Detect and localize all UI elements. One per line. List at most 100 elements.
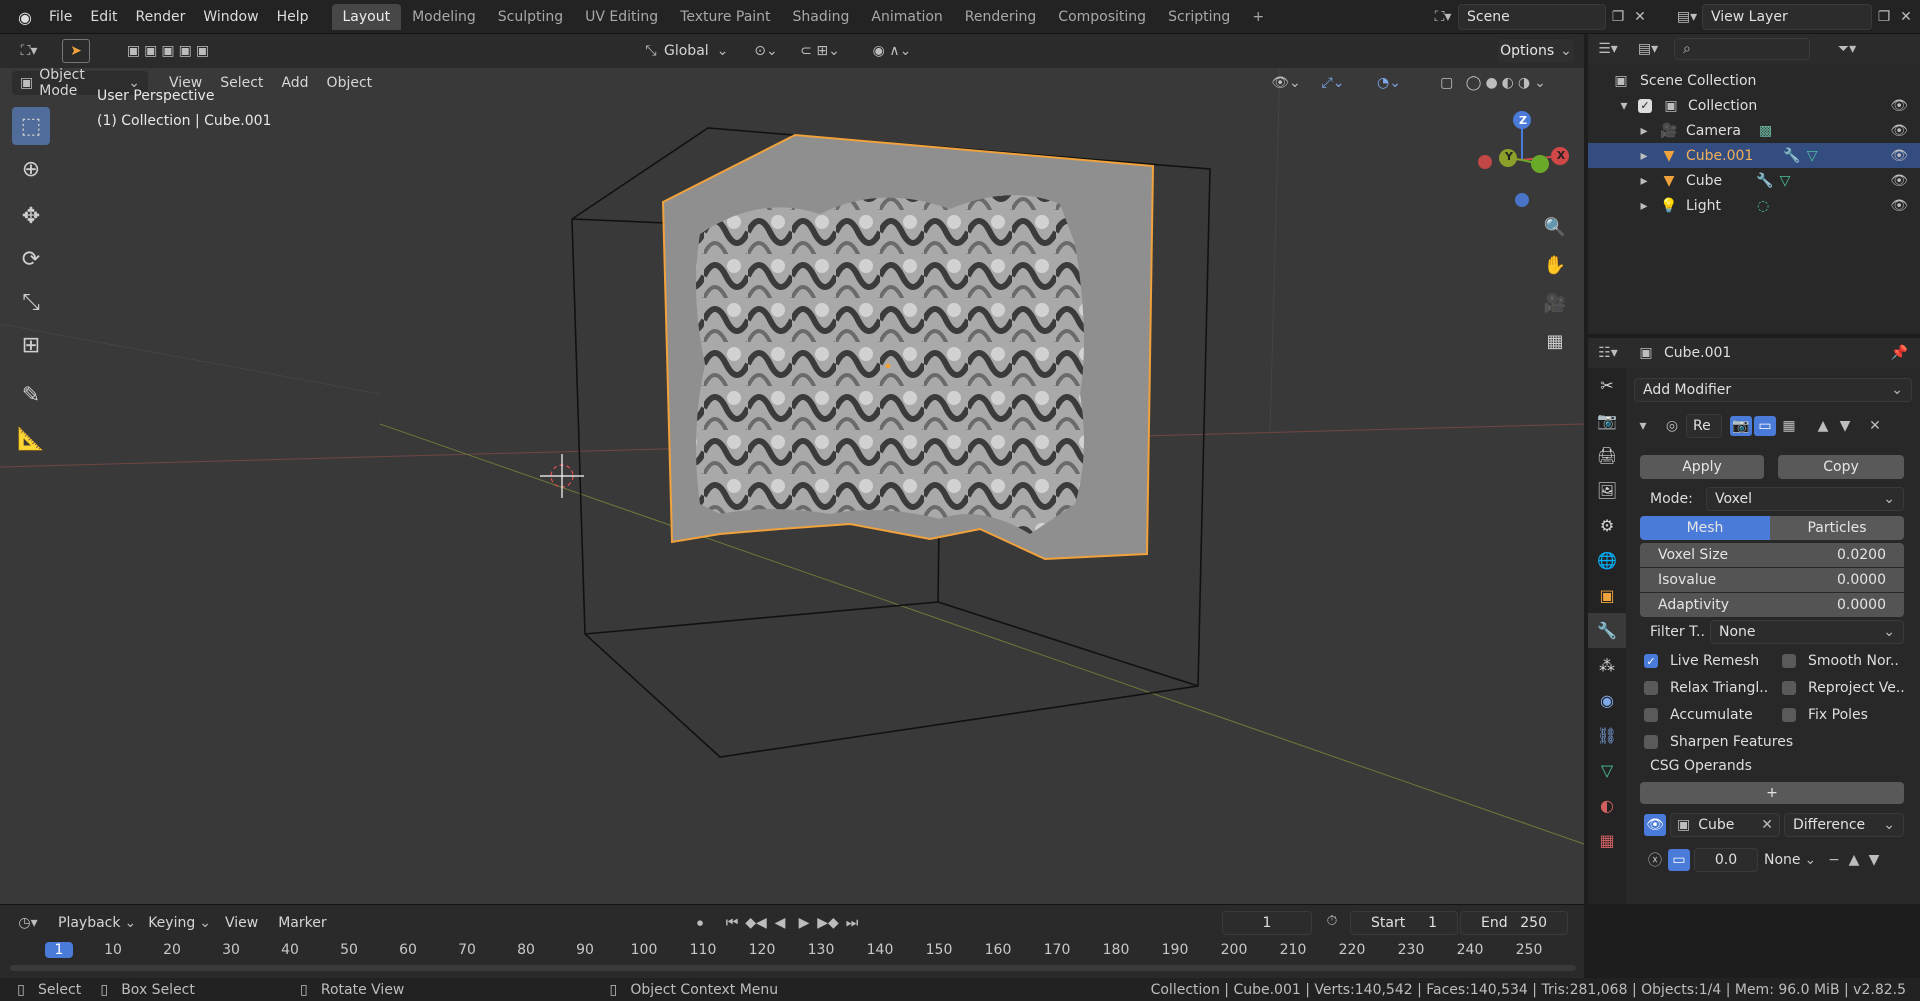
move-down-icon[interactable]: ▼	[1834, 418, 1856, 434]
tool-tab-icon[interactable]: ✂	[1588, 368, 1626, 403]
transform-orientation-dropdown[interactable]: Global ⌄	[664, 40, 728, 62]
pan-button[interactable]: ✋	[1538, 248, 1572, 282]
output-tab-icon[interactable]: 🖨	[1588, 438, 1626, 473]
tab-sculpting[interactable]: Sculpting	[487, 4, 574, 30]
gizmo-z-label[interactable]: Z	[1515, 114, 1531, 130]
particles-tab[interactable]: Particles	[1770, 516, 1904, 540]
menu-edit[interactable]: Edit	[81, 9, 126, 25]
live-remesh-checkbox[interactable]: ✓ Live Remesh	[1644, 650, 1759, 672]
menu-help[interactable]: Help	[268, 9, 318, 25]
view-layer-close-icon[interactable]: ✕	[1896, 9, 1916, 25]
blender-logo-icon[interactable]: ◉	[10, 8, 40, 27]
ortho-toggle-button[interactable]: ▦	[1538, 324, 1572, 358]
display-mode-icon[interactable]: ▤▾	[1628, 41, 1668, 57]
menu-select[interactable]: Select	[211, 75, 272, 91]
light-data-icon[interactable]: ◌	[1757, 198, 1769, 214]
filter-icon[interactable]: ⏷▾	[1830, 41, 1864, 57]
tab-compositing[interactable]: Compositing	[1047, 4, 1157, 30]
scale-tool-button[interactable]: ⤡	[12, 283, 50, 321]
tab-animation[interactable]: Animation	[860, 4, 953, 30]
next-keyframe-icon[interactable]: ▶◆	[816, 915, 840, 931]
keying-menu[interactable]: Keying ⌄	[148, 915, 211, 931]
menu-add[interactable]: Add	[272, 75, 317, 91]
current-frame-field[interactable]: 1	[1222, 911, 1312, 935]
3d-viewport[interactable]: Z Y X ⛶▾ ➤ ▣▣▣▣▣ ⤡ Global ⌄ ⊙⌄ ⊂ ⊞⌄ ◉ ∧⌄ …	[0, 34, 1584, 904]
relax-triangles-checkbox[interactable]: Relax Triangl..	[1644, 677, 1768, 699]
camera-data-icon[interactable]: ▩	[1759, 123, 1772, 139]
editor-type-icon[interactable]: ☰▾	[1588, 41, 1628, 57]
scene-field[interactable]: Scene	[1458, 4, 1606, 30]
add-modifier-dropdown[interactable]: Add Modifier ⌄	[1634, 378, 1912, 402]
isovalue-field[interactable]: Isovalue 0.0000	[1640, 568, 1904, 592]
zoom-button[interactable]: 🔍	[1538, 210, 1572, 244]
tab-scripting[interactable]: Scripting	[1157, 4, 1241, 30]
play-reverse-icon[interactable]: ◀	[768, 915, 792, 931]
material-tab-icon[interactable]: ◐	[1588, 788, 1626, 823]
disclosure-right-icon[interactable]: ▸	[1636, 123, 1652, 139]
visibility-icon[interactable]: 👁⌄	[1268, 72, 1304, 94]
gizmo-y-label[interactable]: Y	[1501, 150, 1517, 166]
outliner-row-scene-collection[interactable]: ▣ Scene Collection	[1588, 68, 1920, 93]
reproject-vertices-checkbox[interactable]: Reproject Ve..	[1782, 677, 1905, 699]
timeline-view-menu[interactable]: View	[225, 915, 258, 931]
select-cursor-icon[interactable]: ➤	[62, 39, 90, 63]
data-tab-icon[interactable]: ▽	[1588, 753, 1626, 788]
snap-icon[interactable]: ⊂ ⊞⌄	[790, 40, 850, 62]
tab-modeling[interactable]: Modeling	[401, 4, 487, 30]
mode-dropdown[interactable]: Voxel ⌄	[1706, 487, 1904, 511]
apply-button[interactable]: Apply	[1640, 455, 1764, 479]
view-layer-icon[interactable]: ▤▾	[1672, 9, 1702, 25]
view-layer-new-icon[interactable]: ❐	[1872, 9, 1896, 25]
wrench-icon[interactable]: 🔧	[1783, 148, 1800, 164]
timeline-marker-menu[interactable]: Marker	[278, 915, 326, 931]
collapse-icon[interactable]: ▾	[1634, 418, 1652, 434]
modifier-tab-icon[interactable]: 🔧	[1588, 613, 1626, 648]
fix-poles-checkbox[interactable]: Fix Poles	[1782, 704, 1868, 726]
menu-file[interactable]: File	[40, 9, 81, 25]
csg-add-button[interactable]: +	[1640, 782, 1904, 804]
rotate-tool-button[interactable]: ⟳	[12, 240, 50, 278]
view-layer-field[interactable]: View Layer	[1702, 4, 1872, 30]
texture-tab-icon[interactable]: ▦	[1588, 823, 1626, 858]
editor-type-icon[interactable]: ☷▾	[1588, 345, 1628, 361]
record-icon[interactable]: ⏺	[688, 916, 712, 931]
prev-keyframe-icon[interactable]: ◆◀	[744, 915, 768, 931]
eye-icon[interactable]: 👁	[1644, 814, 1666, 836]
start-frame-field[interactable]: Start 1	[1350, 911, 1458, 935]
object-tab-icon[interactable]: ▣	[1588, 578, 1626, 613]
jump-start-icon[interactable]: ⏮	[720, 915, 744, 931]
move-down-icon[interactable]: ▼	[1864, 852, 1884, 868]
gizmo-toggle-icon[interactable]: ⤢⌄	[1310, 72, 1356, 94]
stopwatch-icon[interactable]: ⏱	[1320, 913, 1344, 929]
proportional-edit-icon[interactable]: ◉ ∧⌄	[862, 40, 922, 62]
collection-checkbox[interactable]: ✓	[1638, 98, 1652, 113]
move-up-icon[interactable]: ▲	[1844, 852, 1864, 868]
eye-icon[interactable]: 👁	[1890, 123, 1908, 139]
clear-icon[interactable]: ✕	[1761, 817, 1773, 833]
annotate-tool-button[interactable]: ✎	[12, 376, 50, 414]
eye-icon[interactable]: 👁	[1890, 198, 1908, 214]
scene-icon[interactable]: ⛶▾	[1428, 9, 1458, 25]
physics-tab-icon[interactable]: ◉	[1588, 683, 1626, 718]
timeline-ruler[interactable]: 1 10 20 30 40 50 60 70 80 90 100 110 120 130 140 150 160…	[0, 940, 1584, 962]
constraints-tab-icon[interactable]: ⛓	[1588, 718, 1626, 753]
add-workspace-button[interactable]: +	[1241, 4, 1275, 30]
pin-icon[interactable]: 📌	[1891, 345, 1908, 361]
overlay-toggle-icon[interactable]: ◔⌄	[1366, 72, 1412, 94]
viewport-canvas[interactable]	[0, 34, 1584, 904]
tab-layout[interactable]: Layout	[331, 4, 402, 30]
tab-rendering[interactable]: Rendering	[954, 4, 1048, 30]
jump-end-icon[interactable]: ⏭	[840, 915, 864, 931]
end-frame-field[interactable]: End 250	[1460, 911, 1568, 935]
tab-uv-editing[interactable]: UV Editing	[574, 4, 669, 30]
mesh-data-icon[interactable]: ▽	[1807, 148, 1818, 164]
disclosure-right-icon[interactable]: ▸	[1636, 173, 1652, 189]
cancel-circle-icon[interactable]: ⓧ	[1644, 849, 1666, 871]
eye-icon[interactable]: 👁	[1890, 148, 1908, 164]
menu-render[interactable]: Render	[127, 9, 195, 25]
scene-new-icon[interactable]: ❐	[1606, 9, 1630, 25]
disclosure-right-icon[interactable]: ▸	[1636, 148, 1652, 164]
pivot-icon[interactable]: ⊙⌄	[746, 40, 786, 62]
adaptivity-field[interactable]: Adaptivity 0.0000	[1640, 593, 1904, 617]
operand-value-field[interactable]: 0.0	[1694, 848, 1758, 872]
